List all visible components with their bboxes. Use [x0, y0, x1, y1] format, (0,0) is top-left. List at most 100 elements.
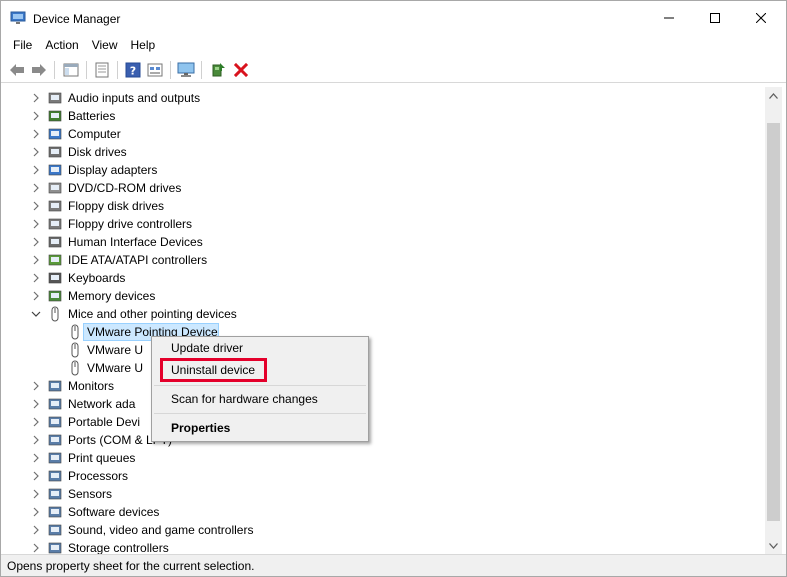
menu-view[interactable]: View: [86, 36, 124, 56]
chevron-right-icon[interactable]: [31, 525, 41, 535]
tree-category-row[interactable]: Batteries: [5, 107, 745, 125]
chevron-right-icon[interactable]: [31, 255, 41, 265]
svg-text:?: ?: [130, 65, 136, 78]
tree-device-row[interactable]: VMware U: [5, 359, 745, 377]
tree-category-row[interactable]: Storage controllers: [5, 539, 745, 554]
help-button[interactable]: ?: [123, 60, 143, 80]
tree-category-row[interactable]: Display adapters: [5, 161, 745, 179]
chevron-right-icon[interactable]: [31, 435, 41, 445]
chevron-down-icon[interactable]: [31, 309, 41, 319]
close-icon: [756, 13, 766, 23]
tree-category-label: Software devices: [68, 505, 160, 519]
tree-category-row[interactable]: Portable Devi: [5, 413, 745, 431]
show-hide-tree-icon: [63, 63, 79, 77]
chevron-right-icon[interactable]: [31, 507, 41, 517]
view-button[interactable]: [145, 60, 165, 80]
tree-category-row[interactable]: Ports (COM & LPT): [5, 431, 745, 449]
device-category-icon: [48, 182, 62, 194]
tree-category-label: Disk drives: [68, 145, 127, 159]
device-category-icon: [48, 146, 62, 158]
scroll-down-button[interactable]: [765, 537, 782, 554]
maximize-button[interactable]: [692, 1, 738, 35]
chevron-right-icon[interactable]: [31, 165, 41, 175]
chevron-right-icon[interactable]: [31, 93, 41, 103]
tree-category-row[interactable]: Memory devices: [5, 287, 745, 305]
tree-category-row[interactable]: Network ada: [5, 395, 745, 413]
help-icon: ?: [125, 62, 141, 78]
chevron-right-icon[interactable]: [31, 111, 41, 121]
device-category-icon: [48, 236, 62, 248]
chevron-right-icon[interactable]: [31, 417, 41, 427]
monitor-scan-icon: [177, 62, 195, 77]
menu-scan-hardware-changes[interactable]: Scan for hardware changes: [171, 392, 318, 406]
device-category-icon: [48, 488, 62, 500]
tree-category-row[interactable]: Mice and other pointing devices: [5, 305, 745, 323]
chevron-right-icon[interactable]: [31, 471, 41, 481]
chevron-right-icon[interactable]: [31, 453, 41, 463]
tree-category-row[interactable]: Floppy drive controllers: [5, 215, 745, 233]
scroll-up-button[interactable]: [765, 87, 782, 104]
tree-category-row[interactable]: IDE ATA/ATAPI controllers: [5, 251, 745, 269]
chevron-right-icon[interactable]: [31, 219, 41, 229]
tree-category-row[interactable]: Processors: [5, 467, 745, 485]
device-category-icon: [48, 470, 62, 482]
tree-category-row[interactable]: Disk drives: [5, 143, 745, 161]
window-title: Device Manager: [33, 12, 121, 26]
tree-category-row[interactable]: Monitors: [5, 377, 745, 395]
maximize-icon: [710, 13, 720, 23]
update-driver-button[interactable]: [208, 60, 228, 80]
tree-category-label: Storage controllers: [68, 541, 169, 554]
device-tree: Audio inputs and outputs Batteries Compute…: [5, 87, 765, 554]
scan-hardware-button[interactable]: [176, 60, 196, 80]
tree-category-row[interactable]: DVD/CD-ROM drives: [5, 179, 745, 197]
vertical-scrollbar[interactable]: [765, 87, 782, 554]
scrollbar-thumb[interactable]: [767, 123, 780, 521]
properties-button[interactable]: [92, 60, 112, 80]
menu-update-driver[interactable]: Update driver: [171, 341, 243, 355]
tree-category-label: DVD/CD-ROM drives: [68, 181, 182, 195]
menu-file[interactable]: File: [7, 36, 38, 56]
tree-device-row[interactable]: VMware U: [5, 341, 745, 359]
back-button[interactable]: [7, 60, 27, 80]
chevron-right-icon[interactable]: [31, 381, 41, 391]
menu-properties[interactable]: Properties: [171, 421, 230, 435]
chevron-right-icon[interactable]: [31, 399, 41, 409]
tree-category-row[interactable]: Human Interface Devices: [5, 233, 745, 251]
chevron-right-icon[interactable]: [31, 147, 41, 157]
chevron-right-icon[interactable]: [31, 489, 41, 499]
chevron-right-icon[interactable]: [31, 237, 41, 247]
menu-help[interactable]: Help: [125, 36, 162, 56]
menu-action[interactable]: Action: [39, 36, 84, 56]
tree-category-label: Computer: [68, 127, 121, 141]
tree-category-row[interactable]: Sensors: [5, 485, 745, 503]
tree-category-row[interactable]: Floppy disk drives: [5, 197, 745, 215]
chevron-right-icon[interactable]: [31, 129, 41, 139]
device-category-icon: [48, 434, 62, 446]
uninstall-button[interactable]: [231, 60, 251, 80]
tree-category-row[interactable]: Print queues: [5, 449, 745, 467]
chevron-right-icon[interactable]: [31, 201, 41, 211]
update-driver-icon: [212, 63, 225, 77]
status-text: Opens property sheet for the current sel…: [7, 559, 255, 573]
tree-category-row[interactable]: Keyboards: [5, 269, 745, 287]
tree-category-row[interactable]: Sound, video and game controllers: [5, 521, 745, 539]
close-button[interactable]: [738, 1, 784, 35]
device-category-icon: [48, 542, 62, 554]
status-bar: Opens property sheet for the current sel…: [1, 554, 786, 576]
tree-category-row[interactable]: Computer: [5, 125, 745, 143]
tree-category-row[interactable]: Audio inputs and outputs: [5, 89, 745, 107]
device-manager-window: Device Manager File Action View Help ? A…: [0, 0, 787, 577]
minimize-button[interactable]: [646, 1, 692, 35]
tree-category-label: Floppy disk drives: [68, 199, 165, 213]
chevron-right-icon[interactable]: [31, 273, 41, 283]
show-hide-console-tree-button[interactable]: [61, 60, 81, 80]
tree-category-label: Network ada: [68, 397, 136, 411]
chevron-right-icon[interactable]: [31, 543, 41, 553]
menu-bar: File Action View Help: [1, 36, 786, 56]
tree-device-row[interactable]: VMware Pointing Device: [5, 323, 745, 341]
tree-category-row[interactable]: Software devices: [5, 503, 745, 521]
device-category-icon: [48, 218, 62, 230]
chevron-right-icon[interactable]: [31, 291, 41, 301]
chevron-right-icon[interactable]: [31, 183, 41, 193]
forward-button[interactable]: [29, 60, 49, 80]
